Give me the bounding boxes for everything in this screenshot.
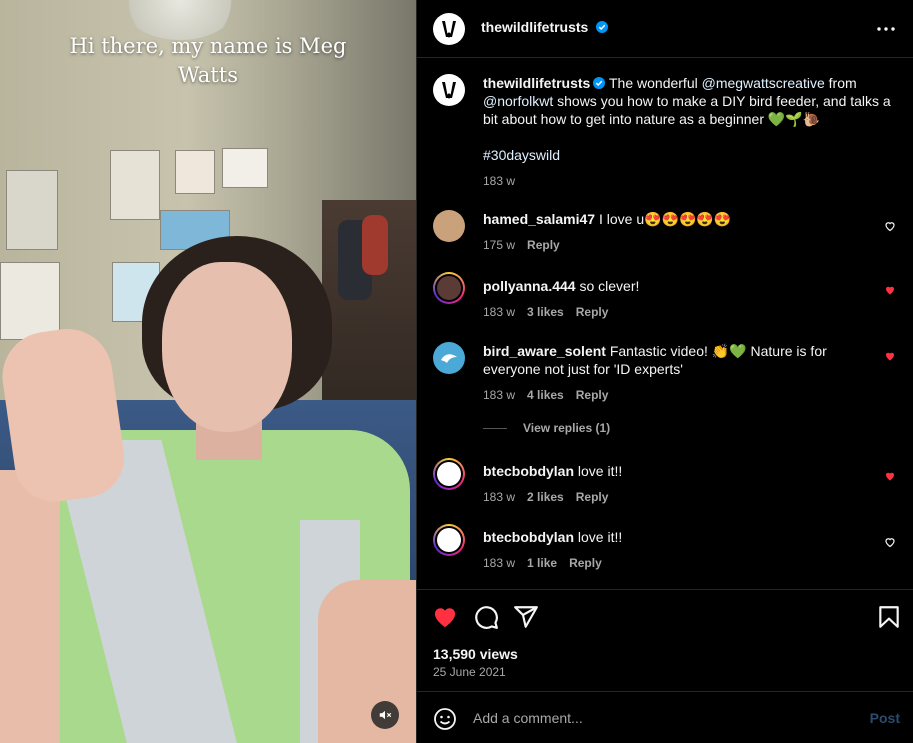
account-avatar[interactable] xyxy=(433,74,465,106)
mention-link[interactable]: @megwattscreative xyxy=(702,75,825,91)
comment-time[interactable]: 183 w xyxy=(483,556,515,570)
comment-body: pollyanna.444 so clever! 183 w 3 likes Rep… xyxy=(483,277,883,321)
bookmark-icon[interactable] xyxy=(876,604,902,630)
verified-badge-icon xyxy=(595,21,608,33)
wall-poster xyxy=(175,150,215,194)
paper-plane-icon[interactable] xyxy=(513,604,539,630)
wall-poster xyxy=(110,150,160,220)
heart-filled-icon[interactable] xyxy=(884,470,896,482)
mute-button[interactable] xyxy=(371,701,399,729)
verified-badge-icon xyxy=(593,77,606,89)
comment-time[interactable]: 175 w xyxy=(483,238,515,252)
comment-reply-button[interactable]: Reply xyxy=(576,388,609,402)
comment-time[interactable]: 183 w xyxy=(483,305,515,319)
comment-reply-button[interactable]: Reply xyxy=(576,490,609,504)
heart-filled-icon[interactable] xyxy=(432,604,458,630)
commenter-avatar[interactable] xyxy=(433,458,465,490)
comment-text: love it!! xyxy=(574,529,623,545)
comment-meta: 183 w 2 likes Reply xyxy=(483,488,883,506)
comment-meta: 175 w Reply xyxy=(483,236,883,254)
header-username[interactable]: thewildlifetrusts xyxy=(481,19,588,35)
person-face xyxy=(162,262,292,432)
add-comment-bar: Post xyxy=(417,691,913,743)
comments-list[interactable]: thewildlifetrusts The wonderful @megwatt… xyxy=(417,58,913,589)
comment-text: love it!! xyxy=(574,463,623,479)
comment-input[interactable] xyxy=(473,707,843,729)
wall-poster xyxy=(6,170,58,250)
comment-body: bird_aware_solent Fantastic video! 👏💚 Na… xyxy=(483,342,883,404)
comment-meta: 183 w 3 likes Reply xyxy=(483,303,883,321)
comment-reply-button[interactable]: Reply xyxy=(569,556,602,570)
reel-video[interactable]: Hi there, my name is Meg Watts xyxy=(0,0,416,743)
header-username-wrap: thewildlifetrusts xyxy=(481,19,608,37)
comment-body: btecbobdylan love it!! 183 w 1 like Reply xyxy=(483,528,883,572)
comment-text: so clever! xyxy=(575,278,640,294)
comment-body: hamed_salami47 I love u😍😍😍😍😍 175 w Reply xyxy=(483,210,883,254)
commenter-avatar[interactable] xyxy=(433,210,465,242)
caption-time[interactable]: 183 w xyxy=(483,174,515,188)
badger-logo-icon xyxy=(442,21,456,38)
person-arm xyxy=(318,580,416,743)
speaker-muted-icon xyxy=(379,710,392,720)
comment-likes[interactable]: 3 likes xyxy=(527,305,564,319)
heart-filled-icon[interactable] xyxy=(884,284,896,296)
comment-username[interactable]: pollyanna.444 xyxy=(483,278,576,294)
post-actions: 13,590 views 25 June 2021 xyxy=(417,589,913,691)
replies-divider xyxy=(483,428,507,430)
hanging-bag xyxy=(362,215,388,275)
view-replies-button[interactable]: View replies (1) xyxy=(483,421,610,435)
view-count[interactable]: 13,590 views xyxy=(433,646,518,662)
account-avatar[interactable] xyxy=(433,13,465,45)
view-replies-label: View replies (1) xyxy=(523,421,611,435)
comment-body: btecbobdylan love it!! 183 w 2 likes Reply xyxy=(483,462,883,506)
comment-reply-button[interactable]: Reply xyxy=(527,238,560,252)
hashtag-line: #30dayswild xyxy=(483,146,893,164)
comment-likes[interactable]: 1 like xyxy=(527,556,557,570)
caption-text: The wonderful xyxy=(605,75,702,91)
caption-text: from xyxy=(824,75,857,91)
comment-text: I love u😍😍😍😍😍 xyxy=(595,211,732,227)
comment-username[interactable]: bird_aware_solent xyxy=(483,343,606,359)
heart-filled-icon[interactable] xyxy=(884,350,896,362)
caption-username[interactable]: thewildlifetrusts xyxy=(483,75,590,91)
comment-likes[interactable]: 2 likes xyxy=(527,490,564,504)
comment-reply-button[interactable]: Reply xyxy=(576,305,609,319)
comment-meta: 183 w 4 likes Reply xyxy=(483,386,883,404)
mention-link[interactable]: @norfolkwt xyxy=(483,93,553,109)
video-caption: Hi there, my name is Meg Watts xyxy=(69,34,347,87)
comment-bubble-icon[interactable] xyxy=(473,604,499,630)
wall-poster xyxy=(222,148,268,188)
bird-logo-icon xyxy=(441,354,457,363)
wall-poster xyxy=(0,262,60,340)
post-header: thewildlifetrusts xyxy=(417,0,913,58)
emoji-smile-icon[interactable] xyxy=(433,707,457,731)
comment-username[interactable]: btecbobdylan xyxy=(483,529,574,545)
heart-outline-icon[interactable] xyxy=(884,220,896,232)
comment-username[interactable]: btecbobdylan xyxy=(483,463,574,479)
comment-username[interactable]: hamed_salami47 xyxy=(483,211,595,227)
caption-meta: 183 w xyxy=(483,172,893,190)
caption-body: thewildlifetrusts The wonderful @megwatt… xyxy=(483,74,893,190)
post-comment-button[interactable]: Post xyxy=(870,710,900,726)
heart-outline-icon[interactable] xyxy=(884,536,896,548)
commenter-avatar[interactable] xyxy=(433,272,465,304)
post-side-panel: thewildlifetrusts thewildlifetrusts The … xyxy=(416,0,913,743)
badger-logo-icon xyxy=(442,82,456,99)
more-options-button[interactable] xyxy=(874,17,898,41)
commenter-avatar[interactable] xyxy=(433,342,465,374)
more-horizontal-icon xyxy=(877,27,895,31)
commenter-avatar[interactable] xyxy=(433,524,465,556)
comment-meta: 183 w 1 like Reply xyxy=(483,554,883,572)
comment-time[interactable]: 183 w xyxy=(483,388,515,402)
hashtag-link[interactable]: #30dayswild xyxy=(483,147,560,163)
comment-time[interactable]: 183 w xyxy=(483,490,515,504)
post-date[interactable]: 25 June 2021 xyxy=(433,665,506,679)
comment-likes[interactable]: 4 likes xyxy=(527,388,564,402)
